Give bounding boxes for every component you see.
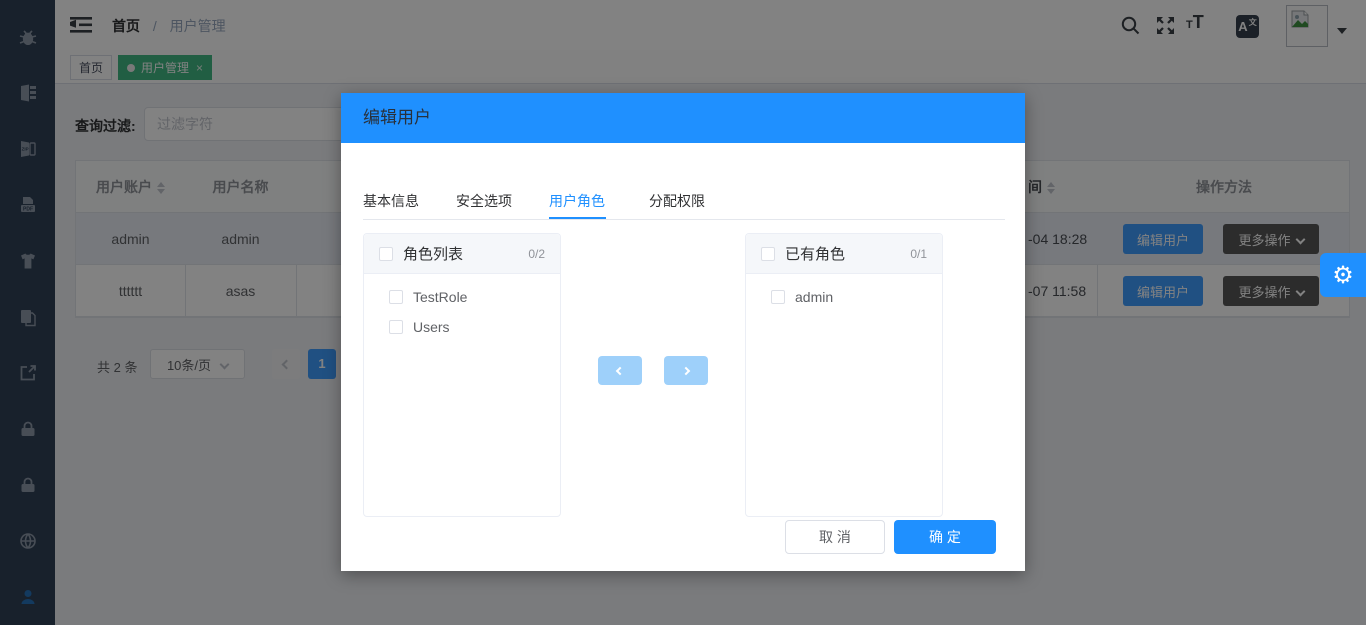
transfer-target-list: admin [746, 274, 942, 312]
confirm-button[interactable]: 确 定 [894, 520, 996, 554]
tabs-divider [363, 219, 1005, 220]
app-root: ZIP PDF 首页 / 用户管理 [0, 0, 1366, 625]
tab-basic-info[interactable]: 基本信息 [363, 191, 419, 211]
transfer-source-header: 角色列表 0/2 [364, 234, 560, 274]
item-checkbox[interactable] [389, 320, 403, 334]
cancel-button[interactable]: 取 消 [785, 520, 885, 554]
settings-fab-button[interactable]: ⚙ [1320, 253, 1366, 297]
transfer-item-users[interactable]: Users [364, 312, 560, 342]
transfer-target-count: 0/1 [910, 247, 927, 261]
transfer-source-title: 角色列表 [403, 243, 463, 264]
select-all-checkbox[interactable] [379, 247, 393, 261]
select-all-checkbox[interactable] [761, 247, 775, 261]
gear-icon: ⚙ [1332, 261, 1354, 290]
transfer-source-count: 0/2 [528, 247, 545, 261]
transfer-item-label: admin [795, 289, 833, 305]
item-checkbox[interactable] [771, 290, 785, 304]
transfer-item-testrole[interactable]: TestRole [364, 282, 560, 312]
transfer-source-panel: 角色列表 0/2 TestRole Users [363, 233, 561, 517]
chevron-left-icon [616, 366, 624, 374]
transfer-item-admin[interactable]: admin [746, 282, 942, 312]
transfer-item-label: Users [413, 319, 450, 335]
chevron-right-icon [682, 366, 690, 374]
item-checkbox[interactable] [389, 290, 403, 304]
edit-user-modal: 编辑用户 基本信息 安全选项 用户角色 分配权限 角色列表 0/2 TestRo… [341, 93, 1025, 571]
transfer-item-label: TestRole [413, 289, 467, 305]
transfer-target-header: 已有角色 0/1 [746, 234, 942, 274]
transfer-source-list: TestRole Users [364, 274, 560, 342]
modal-header: 编辑用户 [341, 93, 1025, 143]
modal-title: 编辑用户 [363, 93, 431, 143]
tab-user-roles-active[interactable]: 用户角色 [549, 191, 605, 211]
transfer-to-right-button[interactable] [664, 356, 708, 385]
tab-assign-permissions[interactable]: 分配权限 [649, 191, 705, 211]
transfer-target-title: 已有角色 [785, 243, 845, 264]
tab-security-options[interactable]: 安全选项 [456, 191, 512, 211]
transfer-to-left-button[interactable] [598, 356, 642, 385]
transfer-target-panel: 已有角色 0/1 admin [745, 233, 943, 517]
